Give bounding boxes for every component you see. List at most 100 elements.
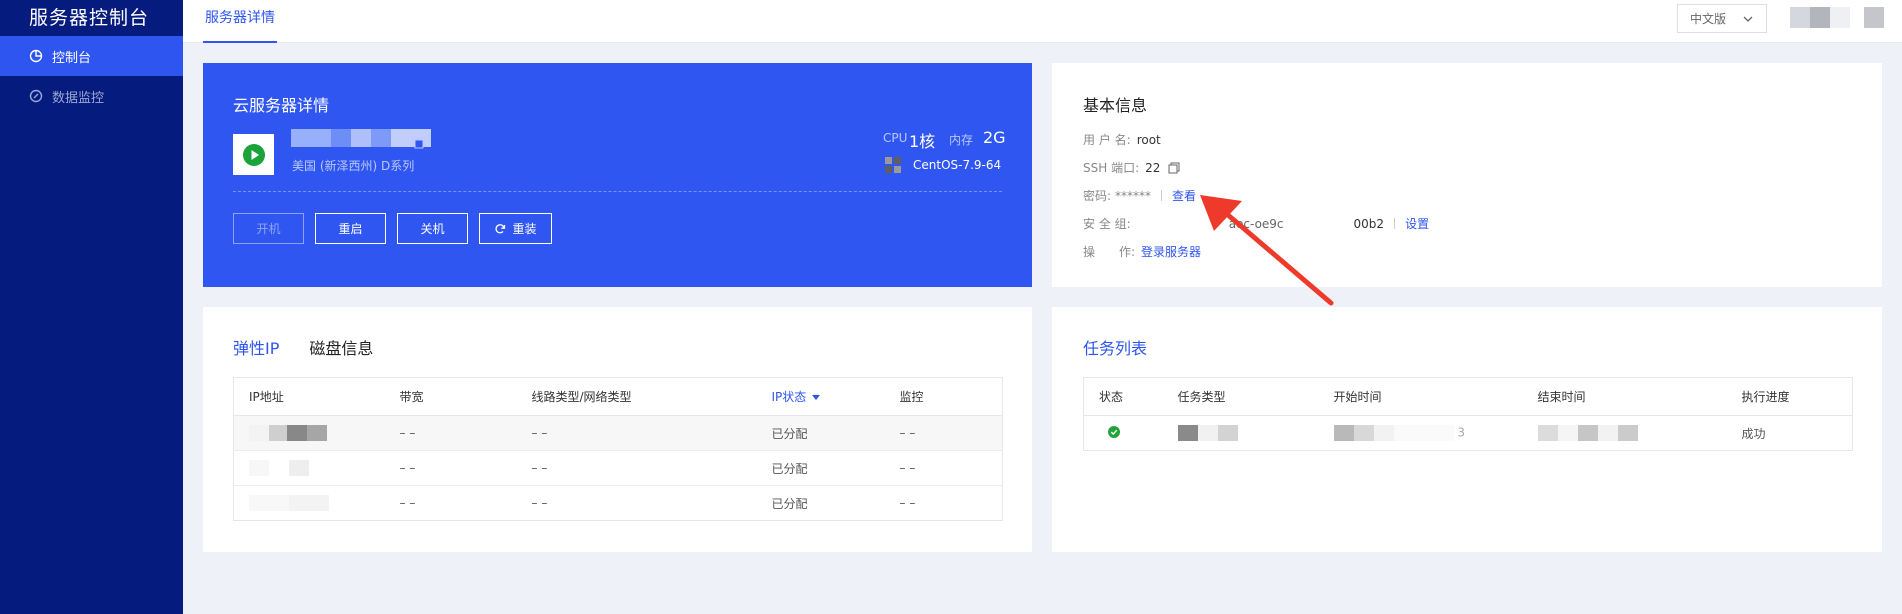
ip-status-cell: 已分配 (771, 496, 808, 511)
security-group-fragment: 00b2 (1353, 216, 1385, 231)
column-header: 执行进度 (1741, 377, 1853, 416)
tab-disk-info[interactable]: 磁盘信息 (309, 335, 373, 359)
password-row: 密码: ****** 查看 (1083, 187, 1196, 204)
column-header: 状态 (1083, 377, 1178, 416)
copy-icon[interactable] (1168, 162, 1180, 174)
reinstall-label: 重装 (512, 222, 537, 236)
operation-row: 操 作: 登录服务器 (1083, 243, 1201, 260)
chevron-down-icon (1742, 13, 1754, 28)
cpu-value: 1核 (909, 132, 936, 151)
ssh-label: SSH 端口: (1083, 161, 1140, 175)
sidebar-item-label: 数据监控 (52, 90, 105, 106)
server-name-redacted (291, 129, 431, 147)
restart-button[interactable]: 重启 (315, 213, 386, 244)
monitor-cell: – – (899, 450, 1003, 486)
security-group-label: 安 全 组: (1083, 217, 1131, 231)
column-header: 线路类型/网络类型 (531, 377, 772, 416)
language-select[interactable]: 中文版 (1677, 4, 1767, 33)
start-time-fragment: 3 (1457, 425, 1465, 440)
column-header: 结束时间 (1537, 377, 1742, 416)
monitor-cell: – – (899, 415, 1003, 451)
basic-info-card: 基本信息 用 户 名: root SSH 端口: 22 密码: ****** 查… (1052, 63, 1882, 287)
tab-server-detail[interactable]: 服务器详情 (203, 0, 277, 43)
table-row: 3 成功 (1083, 415, 1853, 451)
divider (233, 191, 1002, 192)
dashboard-icon (29, 49, 43, 63)
user-avatar[interactable] (1790, 7, 1884, 28)
server-status-icon (233, 134, 274, 175)
username-row: 用 户 名: root (1083, 131, 1161, 148)
basic-info-title: 基本信息 (1083, 96, 1148, 115)
server-card-title: 云服务器详情 (233, 96, 330, 115)
sidebar-item-dashboard[interactable]: 控制台 (0, 36, 183, 76)
end-time-redacted (1537, 415, 1742, 451)
refresh-icon (494, 223, 506, 235)
os-name: CentOS-7.9-64 (913, 158, 1002, 172)
ip-status-cell: 已分配 (771, 450, 900, 486)
table-header: IP地址 带宽 线路类型/网络类型 IP状态 监控 (233, 377, 1003, 416)
ip-status-cell: 已分配 (771, 415, 900, 451)
server-region: 美国 (新泽西州) D系列 (292, 159, 415, 173)
security-settings-link[interactable]: 设置 (1405, 215, 1429, 232)
memory-value: 2G (983, 128, 1006, 147)
line-type-cell: – – (531, 496, 548, 510)
eip-table: IP地址 带宽 线路类型/网络类型 IP状态 监控 – – – – 已分配 – … (233, 377, 1003, 521)
separator (1394, 218, 1396, 229)
operation-label: 操 作: (1083, 245, 1136, 259)
table-header: 状态 任务类型 开始时间 结束时间 执行进度 (1083, 377, 1853, 416)
shutdown-button[interactable]: 关机 (397, 213, 468, 244)
ip-address-redacted (233, 450, 400, 486)
bandwidth-cell: – – (399, 450, 532, 486)
reinstall-button[interactable]: 重装 (479, 213, 552, 244)
cpu-label: CPU (883, 131, 908, 145)
eip-card: 弹性IP 磁盘信息 IP地址 带宽 线路类型/网络类型 IP状态 监控 – – … (203, 307, 1032, 552)
task-table: 状态 任务类型 开始时间 结束时间 执行进度 3 成功 (1083, 377, 1853, 451)
language-select-value: 中文版 (1690, 12, 1727, 26)
bandwidth-cell: – – (399, 496, 416, 510)
column-header: 开始时间 (1333, 377, 1538, 416)
table-row: – – – – 已分配 – – (233, 450, 1003, 486)
password-label: 密码: (1083, 189, 1112, 203)
ssh-port-value: 22 (1145, 160, 1161, 175)
column-header: 任务类型 (1177, 377, 1334, 416)
sidebar-item-label: 控制台 (52, 50, 92, 66)
separator (1161, 190, 1163, 201)
annotation-arrow (1200, 195, 1334, 306)
line-type-cell: – – (531, 450, 772, 486)
task-type-redacted (1177, 415, 1334, 451)
app-title: 服务器控制台 (29, 7, 150, 29)
start-time-cell: 3 (1333, 415, 1538, 451)
ip-address-redacted (234, 486, 400, 521)
username-label: 用 户 名: (1083, 133, 1131, 147)
memory-label: 内存 (949, 133, 974, 147)
column-header: 监控 (899, 377, 1003, 416)
username-value: root (1136, 132, 1161, 147)
os-icon (885, 157, 901, 177)
status-cell (1083, 415, 1178, 451)
task-list-title: 任务列表 (1083, 339, 1148, 358)
table-row: – – – – 已分配 – – (234, 486, 1003, 521)
sidebar-item-monitor[interactable]: 数据监控 (0, 76, 183, 116)
success-check-icon (1108, 425, 1120, 438)
column-header-label: IP状态 (771, 390, 807, 404)
top-header: 服务器详情 中文版 (183, 0, 1902, 43)
eip-tabs: 弹性IP 磁盘信息 (233, 335, 373, 359)
copy-icon[interactable] (414, 134, 426, 153)
bandwidth-cell: – – (399, 415, 532, 451)
ip-status-header[interactable]: IP状态 (771, 377, 900, 416)
start-button[interactable]: 开机 (233, 213, 304, 244)
monitor-icon (29, 89, 43, 103)
sort-down-icon (812, 395, 821, 400)
ip-address-redacted (233, 415, 400, 451)
tab-eip[interactable]: 弹性IP (233, 335, 279, 359)
sidebar: 服务器控制台 控制台 数据监控 (0, 0, 183, 614)
column-header: IP地址 (233, 377, 400, 416)
task-list-card: 任务列表 状态 任务类型 开始时间 结束时间 执行进度 3 成功 (1052, 307, 1882, 552)
progress-cell: 成功 (1741, 415, 1853, 451)
password-value: ****** (1115, 188, 1152, 203)
monitor-cell: – – (899, 496, 916, 510)
ssh-row: SSH 端口: 22 (1083, 159, 1180, 176)
server-detail-card: 云服务器详情 美国 (新泽西州) D系列 CPU 1核 内存 2G CentOS… (203, 63, 1032, 287)
table-row: – – – – 已分配 – – (233, 415, 1003, 451)
column-header: 带宽 (399, 377, 532, 416)
